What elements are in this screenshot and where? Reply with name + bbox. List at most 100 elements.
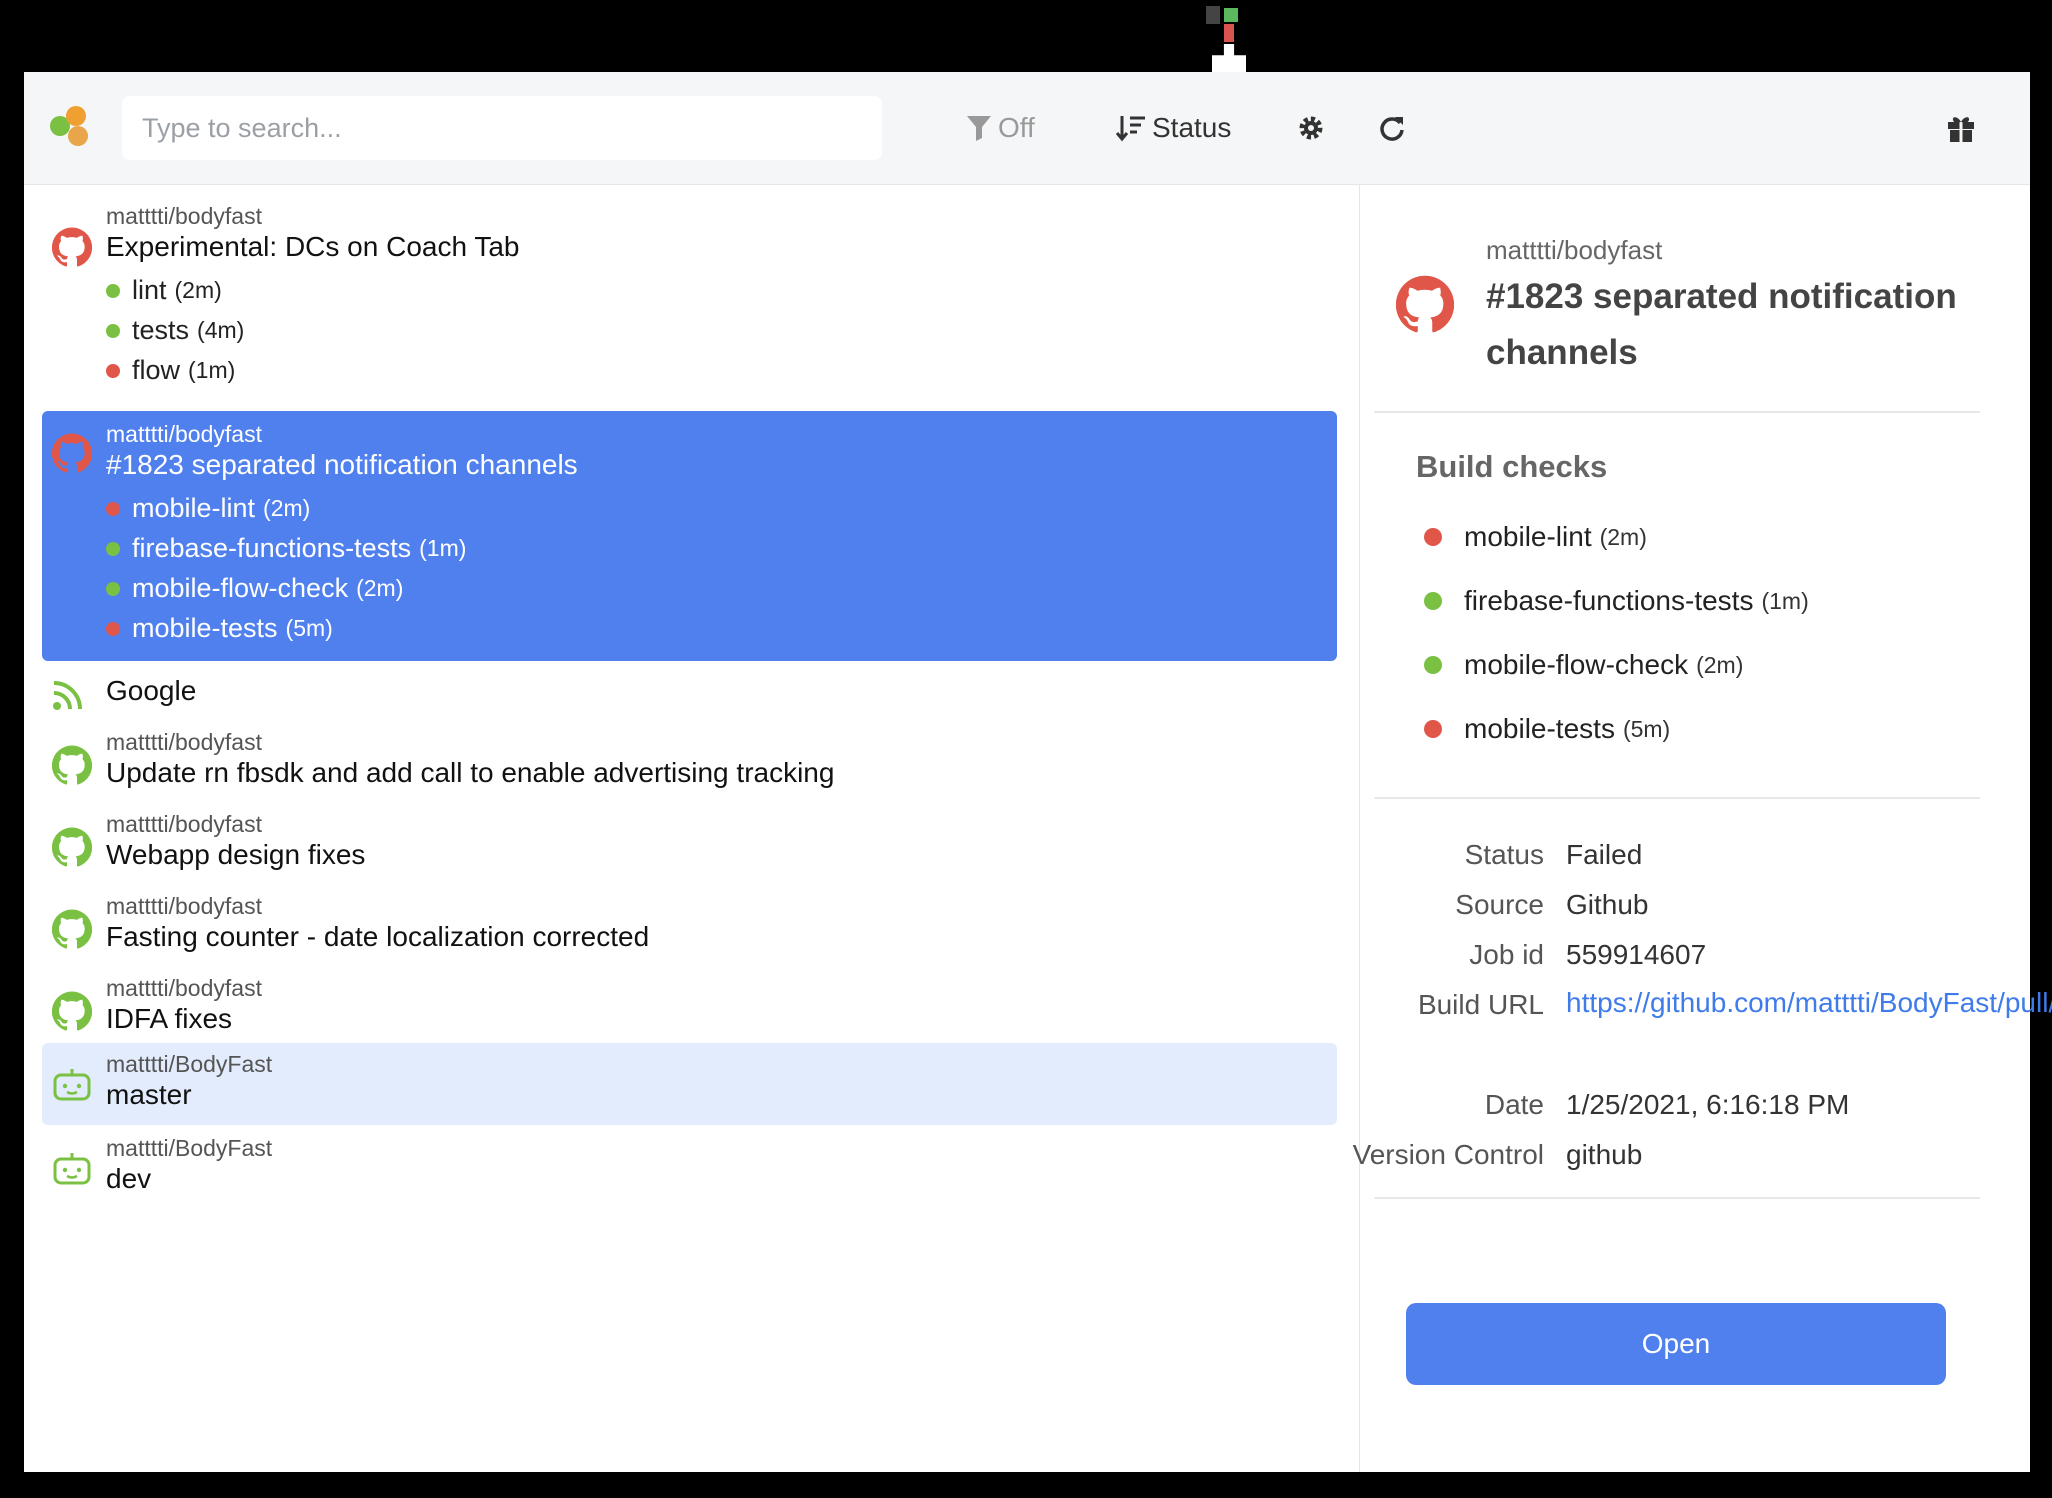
build-repo: matttti/bodyfast (106, 893, 262, 919)
check-duration: (2m) (1696, 651, 1744, 678)
build-title: #1823 separated notification channels (106, 449, 578, 480)
app-window: Off Status matttti/bodyfast Experimental… (24, 72, 2052, 1472)
build-list-item[interactable]: matttti/bodyfast Experimental: DCs on Co… (42, 201, 1337, 389)
field-value: Failed (1566, 839, 1643, 870)
field-label: Status (1464, 839, 1544, 870)
detail-check-row: mobile-flow-check (2m) (1424, 649, 1743, 681)
detail-check-row: firebase-functions-tests (1m) (1424, 585, 1809, 617)
sort-label: Status (1152, 112, 1232, 143)
check-name: mobile-lint (1464, 521, 1592, 552)
bitrise-icon (53, 1069, 91, 1101)
status-dot (106, 541, 120, 556)
check-name: lint (132, 275, 167, 305)
build-list-item[interactable]: matttti/BodyFast dev (42, 1135, 1337, 1215)
build-repo: matttti/BodyFast (106, 1135, 273, 1161)
field-value: github (1566, 1139, 1643, 1170)
field-value: 559914607 (1566, 939, 1707, 970)
build-title: dev (106, 1163, 152, 1194)
field-value: 1/25/2021, 6:16:18 PM (1566, 1089, 1850, 1120)
status-dot (1424, 528, 1442, 546)
check-row: mobile-tests (5m) (106, 613, 333, 644)
build-repo: matttti/bodyfast (106, 811, 262, 837)
build-title: Update rn fbsdk and add call to enable a… (106, 757, 835, 788)
check-duration: (1m) (188, 357, 236, 383)
toolbar: Off Status (24, 72, 2030, 185)
build-repo: matttti/bodyfast (106, 729, 262, 755)
status-dot (106, 283, 120, 298)
logo-dot (68, 126, 88, 146)
build-title: Google (106, 675, 197, 706)
github-icon (52, 827, 92, 867)
build-list-item[interactable]: Google (42, 667, 1337, 723)
check-duration: (5m) (285, 615, 333, 641)
tray-square (1206, 6, 1220, 24)
build-list: matttti/bodyfast Experimental: DCs on Co… (24, 185, 1360, 1472)
rss-icon (53, 681, 82, 710)
detail-check-row: mobile-tests (5m) (1424, 713, 1670, 745)
check-name: mobile-flow-check (132, 573, 349, 603)
build-checks-heading: Build checks (1416, 449, 1608, 484)
build-list-item[interactable]: matttti/bodyfast Update rn fbsdk and add… (42, 729, 1337, 809)
filter-label: Off (998, 112, 1035, 143)
popover-arrow (1212, 44, 1246, 72)
build-repo: matttti/bodyfast (106, 421, 262, 447)
field-label: Job id (1469, 939, 1544, 970)
github-icon (52, 909, 92, 949)
sort-icon (1116, 116, 1145, 142)
check-name: flow (132, 355, 181, 385)
check-row: mobile-flow-check (2m) (106, 573, 403, 604)
detail-title: #1823 separated notification channels (1486, 277, 1957, 372)
check-name: mobile-lint (132, 493, 256, 523)
tray-square-red (1224, 24, 1234, 42)
build-list-item[interactable]: matttti/bodyfast Fasting counter - date … (42, 893, 1337, 973)
check-row: tests (4m) (106, 315, 244, 346)
refresh-button[interactable] (1378, 100, 1406, 156)
build-list-item-selected[interactable]: matttti/bodyfast #1823 separated notific… (42, 411, 1337, 661)
filter-icon (967, 116, 991, 141)
tray-square-green (1224, 8, 1238, 22)
detail-check-row: mobile-lint (2m) (1424, 521, 1647, 553)
status-dot (106, 621, 120, 636)
build-title: IDFA fixes (106, 1003, 233, 1034)
settings-button[interactable] (1296, 100, 1326, 156)
divider (1374, 1197, 1980, 1199)
build-url-link[interactable]: https://github.com/matttti/BodyFast/pull… (1566, 986, 2052, 1020)
status-dot (1424, 592, 1442, 610)
gift-icon (1948, 117, 1974, 142)
check-name: firebase-functions-tests (1464, 585, 1754, 616)
status-dot (1424, 720, 1442, 738)
build-repo: matttti/BodyFast (106, 1051, 273, 1077)
build-title: Fasting counter - date localization corr… (106, 921, 650, 952)
field-label: Source (1455, 889, 1544, 920)
sort-button[interactable]: Status (1116, 100, 1231, 156)
check-duration: (2m) (356, 575, 404, 601)
github-icon (1396, 275, 1454, 333)
open-button[interactable]: Open (1406, 1303, 1946, 1385)
github-icon (52, 991, 92, 1031)
build-list-item[interactable]: matttti/bodyfast Webapp design fixes (42, 811, 1337, 891)
github-icon (52, 745, 92, 785)
check-duration: (4m) (197, 317, 245, 343)
check-row: flow (1m) (106, 355, 235, 386)
status-dot (1424, 656, 1442, 674)
gift-button[interactable] (1946, 100, 1976, 156)
build-detail-panel: matttti/bodyfast #1823 separated notific… (1353, 185, 2052, 1472)
menubar-tray-icon[interactable] (1200, 0, 1260, 72)
filter-toggle-button[interactable]: Off (966, 100, 1035, 156)
app-logo-icon (50, 106, 94, 150)
build-title: Experimental: DCs on Coach Tab (106, 231, 520, 262)
search-input[interactable] (122, 96, 882, 160)
check-row: firebase-functions-tests (1m) (106, 533, 466, 564)
detail-repo: matttti/bodyfast (1486, 235, 1663, 265)
build-title: master (106, 1079, 192, 1110)
status-dot (106, 581, 120, 596)
field-value: Github (1566, 889, 1649, 920)
build-list-item-hover[interactable]: matttti/BodyFast master (42, 1043, 1337, 1125)
status-dot (106, 501, 120, 516)
check-duration: (1m) (1761, 587, 1809, 614)
refresh-icon (1380, 117, 1404, 141)
github-icon (52, 227, 92, 267)
gear-icon (1299, 116, 1323, 140)
check-duration: (2m) (263, 495, 311, 521)
field-label: Date (1484, 1089, 1544, 1120)
